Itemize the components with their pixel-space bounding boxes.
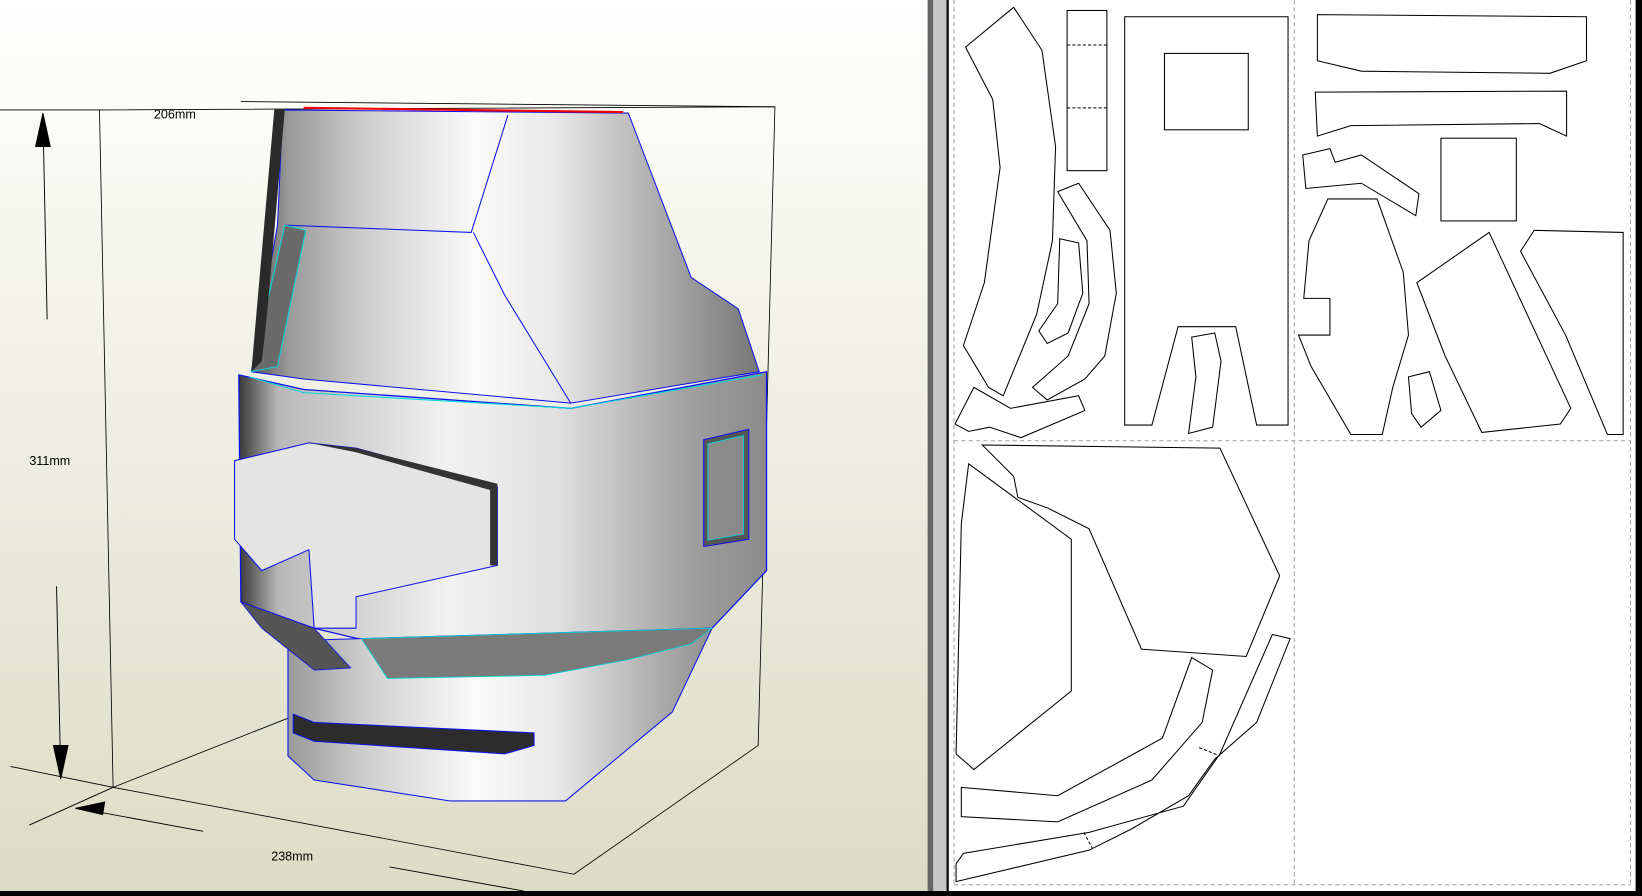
3d-viewport[interactable]: 206mm 311mm 238mm: [0, 0, 928, 892]
depth-dimension-label: 238mm: [271, 850, 313, 864]
width-dimension-label: 206mm: [154, 107, 196, 121]
height-dimension-label: 311mm: [29, 454, 70, 468]
2d-unfold-viewport[interactable]: [948, 0, 1642, 891]
splitter-bar[interactable]: [927, 0, 949, 891]
pepakura-workspace: 206mm 311mm 238mm: [0, 0, 1642, 892]
